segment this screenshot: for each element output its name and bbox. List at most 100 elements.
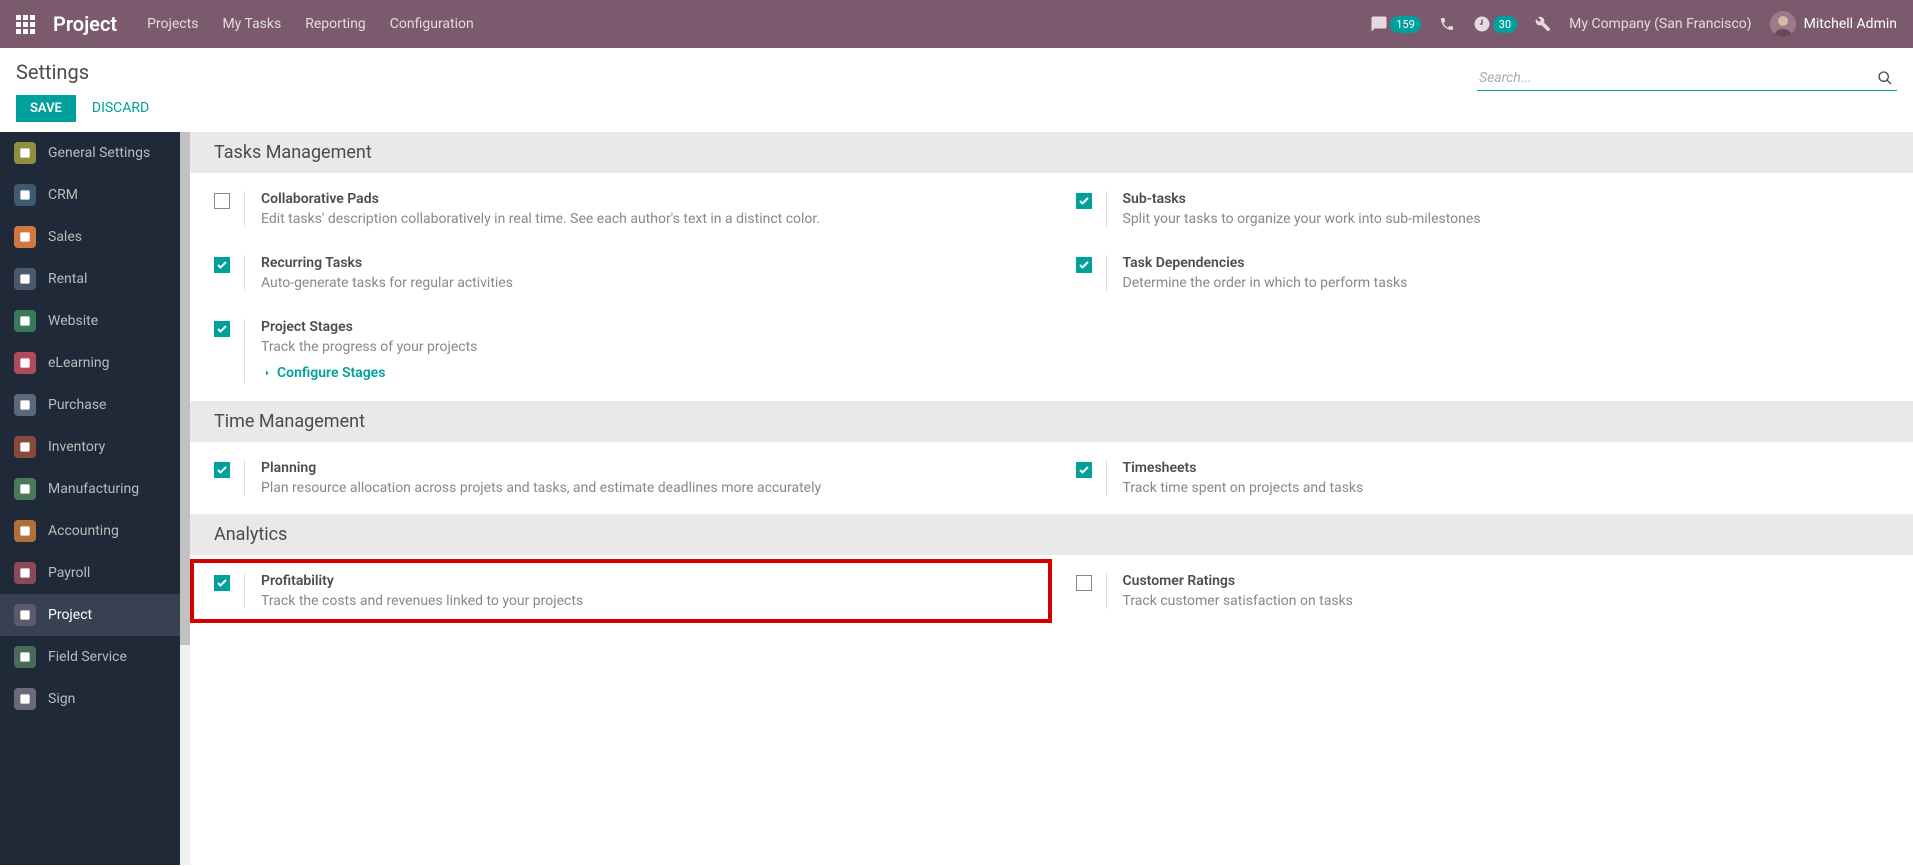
nav-links: Projects My Tasks Reporting Configuratio… bbox=[147, 16, 474, 32]
search-input[interactable] bbox=[1477, 66, 1873, 90]
sidebar-icon bbox=[14, 478, 36, 500]
setting-recurring-tasks: Recurring Tasks Auto-generate tasks for r… bbox=[190, 241, 1052, 305]
messages-count: 159 bbox=[1390, 16, 1421, 33]
setting-title: Task Dependencies bbox=[1123, 255, 1902, 271]
activities-button[interactable]: 30 bbox=[1473, 15, 1517, 33]
sidebar-icon bbox=[14, 184, 36, 206]
sidebar-item-crm[interactable]: CRM bbox=[0, 174, 180, 216]
sidebar: General Settings CRM Sales Rental Website eLe… bbox=[0, 132, 180, 865]
setting-checkbox[interactable] bbox=[1076, 193, 1092, 209]
debug-button[interactable] bbox=[1535, 16, 1551, 32]
setting-checkbox[interactable] bbox=[1076, 575, 1092, 591]
sidebar-item-label: Field Service bbox=[48, 649, 127, 665]
apps-icon[interactable] bbox=[16, 15, 35, 34]
sidebar-item-label: General Settings bbox=[48, 145, 150, 161]
topbar-right: 159 30 My Company (San Francisco) Mitche… bbox=[1370, 11, 1897, 37]
setting-checkbox[interactable] bbox=[214, 257, 230, 273]
sidebar-icon bbox=[14, 436, 36, 458]
sidebar-item-sign[interactable]: Sign bbox=[0, 678, 180, 720]
sidebar-item-inventory[interactable]: Inventory bbox=[0, 426, 180, 468]
setting-checkbox[interactable] bbox=[214, 321, 230, 337]
setting-checkbox[interactable] bbox=[214, 193, 230, 209]
section-body: Profitability Track the costs and revenue… bbox=[190, 555, 1913, 627]
section-header: Time Management bbox=[190, 401, 1913, 442]
sidebar-item-field-service[interactable]: Field Service bbox=[0, 636, 180, 678]
sidebar-item-general-settings[interactable]: General Settings bbox=[0, 132, 180, 174]
setting-title: Recurring Tasks bbox=[261, 255, 1040, 271]
section-body: PlanningPlan resource allocation across … bbox=[190, 442, 1913, 514]
sidebar-icon bbox=[14, 310, 36, 332]
sidebar-item-label: Inventory bbox=[48, 439, 105, 455]
sidebar-scrollbar[interactable] bbox=[180, 132, 190, 865]
sidebar-icon bbox=[14, 394, 36, 416]
sidebar-item-elearning[interactable]: eLearning bbox=[0, 342, 180, 384]
sidebar-item-rental[interactable]: Rental bbox=[0, 258, 180, 300]
sidebar-icon bbox=[14, 688, 36, 710]
search-icon[interactable] bbox=[1873, 70, 1897, 86]
user-menu[interactable]: Mitchell Admin bbox=[1770, 11, 1897, 37]
phone-button[interactable] bbox=[1439, 16, 1455, 32]
setting-desc: Track customer satisfaction on tasks bbox=[1123, 593, 1902, 609]
section-header: Tasks Management bbox=[190, 132, 1913, 173]
setting-body: Project StagesTrack the progress of your… bbox=[244, 319, 1040, 383]
setting-project-stages: Project StagesTrack the progress of your… bbox=[190, 305, 1052, 397]
wrench-icon bbox=[1535, 16, 1551, 32]
messages-button[interactable]: 159 bbox=[1370, 15, 1421, 33]
nav-my-tasks[interactable]: My Tasks bbox=[222, 16, 281, 32]
app-brand[interactable]: Project bbox=[53, 12, 117, 36]
setting-checkbox[interactable] bbox=[214, 462, 230, 478]
sidebar-item-label: Rental bbox=[48, 271, 87, 287]
setting-body: Customer Ratings Track customer satisfact… bbox=[1106, 573, 1902, 609]
setting-title: Customer Ratings bbox=[1123, 573, 1902, 589]
setting-title: Project Stages bbox=[261, 319, 1040, 335]
sidebar-item-label: Accounting bbox=[48, 523, 119, 539]
setting-sub-tasks: Sub-tasksSplit your tasks to organize yo… bbox=[1052, 177, 1913, 241]
search-wrap bbox=[1477, 66, 1897, 91]
setting-body: Task DependenciesDetermine the order in … bbox=[1106, 255, 1902, 291]
topbar-left: Project Projects My Tasks Reporting Conf… bbox=[16, 12, 474, 36]
sidebar-icon bbox=[14, 142, 36, 164]
setting-task-dependencies: Task DependenciesDetermine the order in … bbox=[1052, 241, 1913, 305]
company-switcher[interactable]: My Company (San Francisco) bbox=[1569, 16, 1751, 32]
setting-profitability: Profitability Track the costs and revenue… bbox=[190, 559, 1052, 623]
sidebar-item-purchase[interactable]: Purchase bbox=[0, 384, 180, 426]
setting-title: Collaborative Pads bbox=[261, 191, 1040, 207]
section-header: Analytics bbox=[190, 514, 1913, 555]
phone-icon bbox=[1439, 16, 1455, 32]
activities-count: 30 bbox=[1493, 16, 1517, 33]
nav-reporting[interactable]: Reporting bbox=[305, 16, 366, 32]
sidebar-item-label: Sales bbox=[48, 229, 82, 245]
setting-timesheets: TimesheetsTrack time spent on projects a… bbox=[1052, 446, 1913, 510]
setting-title: Profitability bbox=[261, 573, 1040, 589]
nav-configuration[interactable]: Configuration bbox=[390, 16, 474, 32]
setting-checkbox[interactable] bbox=[214, 575, 230, 591]
sidebar-icon bbox=[14, 646, 36, 668]
avatar-icon bbox=[1770, 11, 1796, 37]
setting-desc: Track the costs and revenues linked to y… bbox=[261, 593, 1040, 609]
sidebar-icon bbox=[14, 520, 36, 542]
sidebar-item-accounting[interactable]: Accounting bbox=[0, 510, 180, 552]
sidebar-item-label: Project bbox=[48, 607, 92, 623]
setting-title: Planning bbox=[261, 460, 1040, 476]
sidebar-item-label: eLearning bbox=[48, 355, 109, 371]
discard-button[interactable]: DISCARD bbox=[82, 94, 159, 122]
chat-icon bbox=[1370, 15, 1388, 33]
sidebar-item-payroll[interactable]: Payroll bbox=[0, 552, 180, 594]
save-button[interactable]: SAVE bbox=[16, 95, 76, 122]
clock-icon bbox=[1473, 15, 1491, 33]
content: Tasks Management Collaborative PadsEdit t… bbox=[190, 132, 1913, 865]
setting-body: Sub-tasksSplit your tasks to organize yo… bbox=[1106, 191, 1902, 227]
control-panel: Settings SAVE DISCARD bbox=[0, 48, 1913, 132]
setting-desc: Auto-generate tasks for regular activiti… bbox=[261, 275, 1040, 291]
setting-checkbox[interactable] bbox=[1076, 257, 1092, 273]
sidebar-item-website[interactable]: Website bbox=[0, 300, 180, 342]
setting-checkbox[interactable] bbox=[1076, 462, 1092, 478]
setting-link[interactable]: Configure Stages bbox=[261, 365, 385, 381]
sidebar-item-project[interactable]: Project bbox=[0, 594, 180, 636]
sidebar-item-label: Website bbox=[48, 313, 98, 329]
sidebar-item-sales[interactable]: Sales bbox=[0, 216, 180, 258]
setting-body: PlanningPlan resource allocation across … bbox=[244, 460, 1040, 496]
nav-projects[interactable]: Projects bbox=[147, 16, 198, 32]
setting-body: Collaborative PadsEdit tasks' descriptio… bbox=[244, 191, 1040, 227]
sidebar-item-manufacturing[interactable]: Manufacturing bbox=[0, 468, 180, 510]
